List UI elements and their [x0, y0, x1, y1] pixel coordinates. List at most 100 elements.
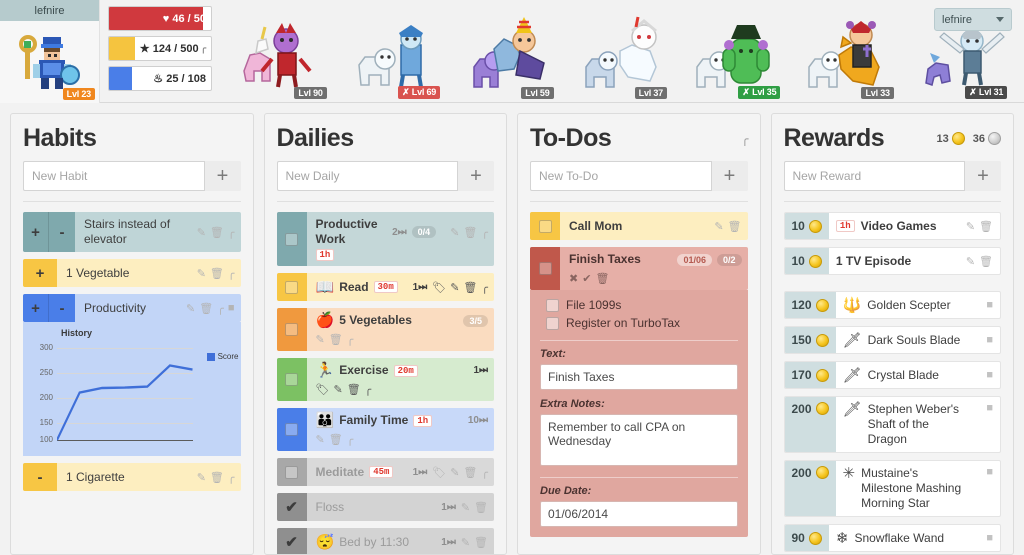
daily-row[interactable]: ✔ Floss 1⏭ ✎ 🗑	[276, 493, 494, 521]
habit-up-button[interactable]: +	[23, 259, 57, 287]
daily-checkbox-checked[interactable]: ✔	[276, 528, 307, 554]
habit-down-button[interactable]: -	[49, 212, 75, 252]
daily-checkbox[interactable]	[276, 458, 307, 486]
daily-row[interactable]: 🍎 5 Vegetables 3/5 ✎ 🗑 ╭	[276, 308, 494, 351]
habit-row[interactable]: + 1 Vegetable ✎ 🗑 ╭	[23, 259, 241, 287]
user-menu-dropdown[interactable]: lefnire	[934, 8, 1012, 31]
delete-icon[interactable]: 🗑	[199, 302, 213, 315]
delete-icon[interactable]: 🗑	[979, 220, 993, 233]
done-icon[interactable]: ✔	[582, 272, 591, 285]
todo-notes-input[interactable]: Remember to call CPA on Wednesday	[540, 414, 738, 466]
edit-icon[interactable]: ✎	[461, 536, 470, 549]
avatar-panel[interactable]: lefnire Lvl 23	[0, 0, 100, 103]
party-member-6[interactable]: Lvl 33	[800, 3, 896, 99]
tag-icon[interactable]: 🏷	[316, 383, 330, 396]
habit-row[interactable]: + - Stairs instead of elevator ✎ 🗑 ╭	[23, 212, 241, 252]
edit-icon[interactable]: ✎	[450, 226, 459, 239]
habit-up-button[interactable]: +	[23, 294, 49, 322]
edit-icon[interactable]: ✎	[197, 267, 206, 280]
stats-icon[interactable]: ╭	[347, 433, 354, 446]
edit-icon[interactable]: ✎	[316, 433, 325, 446]
todo-row[interactable]: Call Mom ✎ 🗑	[530, 212, 748, 240]
edit-icon[interactable]: ✎	[197, 226, 206, 239]
avatar[interactable]: Lvl 23	[0, 21, 99, 103]
todo-subtask[interactable]: File 1099s	[540, 296, 738, 314]
delete-icon[interactable]: 🗑	[210, 471, 224, 484]
stats-icon[interactable]: ╭	[365, 383, 372, 396]
expand-icon[interactable]: ✖	[569, 272, 578, 285]
stats-icon[interactable]: ╭	[217, 302, 224, 315]
party-member-3[interactable]: Lvl 59	[460, 3, 556, 99]
add-habit-button[interactable]: +	[204, 161, 241, 191]
add-todo-button[interactable]: +	[711, 161, 748, 191]
daily-row[interactable]: 🏃 Exercise 20m 1⏭ 🏷 ✎ 🗑 ╭	[276, 358, 494, 401]
delete-icon[interactable]: 🗑	[979, 255, 993, 268]
daily-row[interactable]: ✔ 😴 Bed by 11:30 1⏭ ✎ 🗑	[276, 528, 494, 554]
edit-icon[interactable]: ✎	[333, 383, 342, 396]
reward-row[interactable]: 200 🗡 Stephen Weber's Shaft of the Drago…	[783, 396, 1001, 453]
stats-icon[interactable]: ╭	[228, 226, 235, 239]
subtask-checkbox[interactable]	[546, 298, 559, 312]
edit-icon[interactable]: ✎	[450, 466, 459, 479]
edit-icon[interactable]: ✎	[714, 220, 723, 233]
party-member-1[interactable]: Lvl 90	[233, 3, 329, 99]
todo-text-input[interactable]	[540, 364, 738, 390]
edit-icon[interactable]: ✎	[966, 255, 975, 268]
mana-bar[interactable]: ♨ 25 / 108	[108, 66, 212, 91]
party-member-2[interactable]: ✗ Lvl 69	[346, 3, 442, 99]
delete-icon[interactable]: 🗑	[463, 226, 477, 239]
comment-icon[interactable]: ■	[228, 302, 235, 314]
daily-checkbox[interactable]	[276, 408, 307, 451]
comment-icon[interactable]: ■	[986, 299, 993, 311]
new-todo-input[interactable]	[530, 161, 712, 191]
new-habit-input[interactable]	[23, 161, 205, 191]
add-daily-button[interactable]: +	[458, 161, 494, 191]
delete-icon[interactable]: 🗑	[463, 466, 477, 479]
stats-icon[interactable]: ╭	[228, 471, 235, 484]
habit-up-button[interactable]: +	[23, 212, 49, 252]
edit-icon[interactable]: ✎	[450, 281, 459, 294]
comment-icon[interactable]: ■	[986, 532, 993, 544]
stats-icon[interactable]: ╭	[201, 43, 206, 54]
habit-row[interactable]: - 1 Cigarette ✎ 🗑 ╭	[23, 463, 241, 491]
tag-icon[interactable]: 🏷	[432, 466, 446, 479]
reward-row[interactable]: 120 🔱 Golden Scepter ■	[783, 291, 1001, 319]
daily-row[interactable]: 👪 Family Time 1h 10⏭ ✎ 🗑 ╭	[276, 408, 494, 451]
comment-icon[interactable]: ■	[986, 334, 993, 346]
reward-row[interactable]: 170 🗡 Crystal Blade ■	[783, 361, 1001, 389]
daily-checkbox[interactable]	[276, 273, 307, 301]
add-reward-button[interactable]: +	[965, 161, 1001, 191]
reward-row[interactable]: 150 🗡 Dark Souls Blade ■	[783, 326, 1001, 354]
daily-row[interactable]: 📖 Read 30m 1⏭ 🏷 ✎ 🗑 ╭	[276, 273, 494, 301]
reward-row[interactable]: 10 1h Video Games ✎ 🗑	[783, 212, 1001, 240]
delete-icon[interactable]: 🗑	[474, 501, 488, 514]
party-member-4[interactable]: Lvl 37	[573, 3, 669, 99]
subtask-checkbox[interactable]	[546, 316, 559, 330]
delete-icon[interactable]: 🗑	[347, 383, 361, 396]
health-bar[interactable]: ♥ 46 / 50	[108, 6, 212, 31]
edit-icon[interactable]: ✎	[461, 501, 470, 514]
party-member-5[interactable]: ✗ Lvl 35	[686, 3, 782, 99]
edit-icon[interactable]: ✎	[966, 220, 975, 233]
stats-icon[interactable]: ╭	[228, 267, 235, 280]
delete-icon[interactable]: 🗑	[329, 333, 343, 346]
todo-checkbox[interactable]	[530, 212, 560, 240]
stats-icon[interactable]: ╭	[481, 226, 488, 239]
stats-icon[interactable]: ╭	[741, 132, 748, 146]
todo-row[interactable]: Finish Taxes 01/06 0/2 ✖ ✔ 🗑	[530, 247, 748, 290]
stats-icon[interactable]: ╭	[347, 333, 354, 346]
habit-down-button[interactable]: -	[23, 463, 57, 491]
comment-icon[interactable]: ■	[986, 402, 993, 414]
comment-icon[interactable]: ■	[986, 466, 993, 478]
new-reward-input[interactable]	[783, 161, 965, 191]
experience-bar[interactable]: ★ 124 / 500 ╭	[108, 36, 212, 61]
daily-checkbox[interactable]	[276, 308, 307, 351]
daily-checkbox[interactable]	[276, 358, 307, 401]
delete-icon[interactable]: 🗑	[728, 220, 742, 233]
habit-down-button[interactable]: -	[49, 294, 75, 322]
delete-icon[interactable]: 🗑	[595, 272, 609, 285]
reward-row[interactable]: 90 ❄ Snowflake Wand ■	[783, 524, 1001, 552]
daily-row[interactable]: Productive Work 2⏭ 0/4 ✎ 🗑 ╭ 1h	[276, 212, 494, 266]
delete-icon[interactable]: 🗑	[474, 536, 488, 549]
comment-icon[interactable]: ■	[986, 369, 993, 381]
